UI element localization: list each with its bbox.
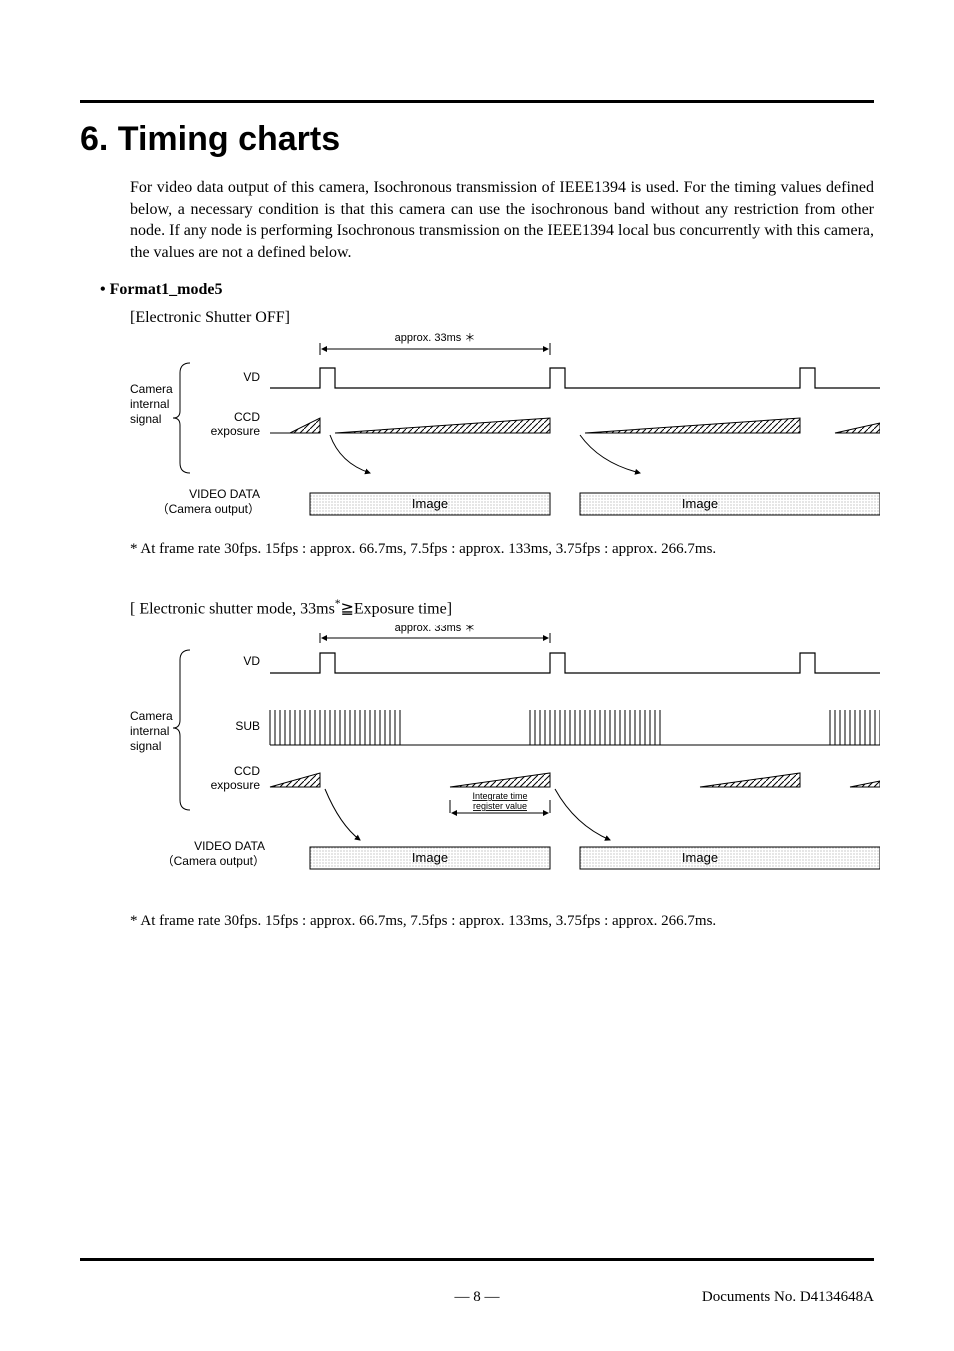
- diagram1-caption: [Electronic Shutter OFF]: [130, 309, 874, 327]
- page-footer: ― 8 ― Documents No. D4134648A: [80, 1289, 874, 1306]
- svg-text:signal: signal: [130, 739, 161, 753]
- chapter-heading: 6. Timing charts: [80, 120, 874, 159]
- sub-burst-1: [270, 710, 400, 745]
- period-label: approx. 33ms ＊: [395, 333, 476, 344]
- group-label: Camera: [130, 709, 173, 723]
- vd-label: VD: [243, 654, 260, 668]
- svg-text:（Camera output）: （Camera output）: [157, 502, 260, 516]
- doc-number: Documents No. D4134648A: [612, 1289, 874, 1306]
- sub-label: SUB: [235, 719, 260, 733]
- timing-diagram-shutter-mode: approx. 33ms ＊ Camera internal signal VD…: [130, 625, 874, 905]
- svg-text:exposure: exposure: [211, 778, 261, 792]
- sub-burst-3: [830, 710, 880, 745]
- header-rule: [80, 100, 874, 103]
- svg-text:register value: register value: [473, 801, 527, 811]
- format-heading: Format1_mode5: [100, 281, 874, 299]
- period-label: approx. 33ms ＊: [395, 625, 476, 634]
- diagram1-footnote: * At frame rate 30fps. 15fps : approx. 6…: [130, 541, 874, 558]
- svg-text:signal: signal: [130, 412, 161, 426]
- footer-rule: [80, 1258, 874, 1261]
- timing-diagram-shutter-off: approx. 33ms ＊ Camera internal signal VD…: [130, 333, 874, 533]
- sub-burst-2: [530, 710, 660, 745]
- ccd-label: CCD: [234, 764, 260, 778]
- integrate-label: Integrate time: [472, 791, 527, 801]
- intro-paragraph: For video data output of this camera, Is…: [130, 177, 874, 263]
- vd-label: VD: [243, 370, 260, 384]
- group-label: Camera: [130, 382, 173, 396]
- image-label: Image: [412, 850, 448, 865]
- svg-text:exposure: exposure: [211, 424, 261, 438]
- page-number: ― 8 ―: [455, 1289, 500, 1306]
- svg-text:Image: Image: [682, 496, 718, 511]
- svg-text:internal: internal: [130, 397, 169, 411]
- diagram2-caption: [ Electronic shutter mode, 33ms*≧Exposur…: [130, 598, 874, 618]
- ccd-label: CCD: [234, 410, 260, 424]
- videodata-label: VIDEO DATA: [189, 487, 260, 501]
- image-label: Image: [412, 496, 448, 511]
- svg-text:internal: internal: [130, 724, 169, 738]
- svg-text:（Camera output）: （Camera output）: [162, 854, 265, 868]
- diagram2-footnote: * At frame rate 30fps. 15fps : approx. 6…: [130, 913, 874, 930]
- svg-text:Image: Image: [682, 850, 718, 865]
- videodata-label: VIDEO DATA: [194, 839, 265, 853]
